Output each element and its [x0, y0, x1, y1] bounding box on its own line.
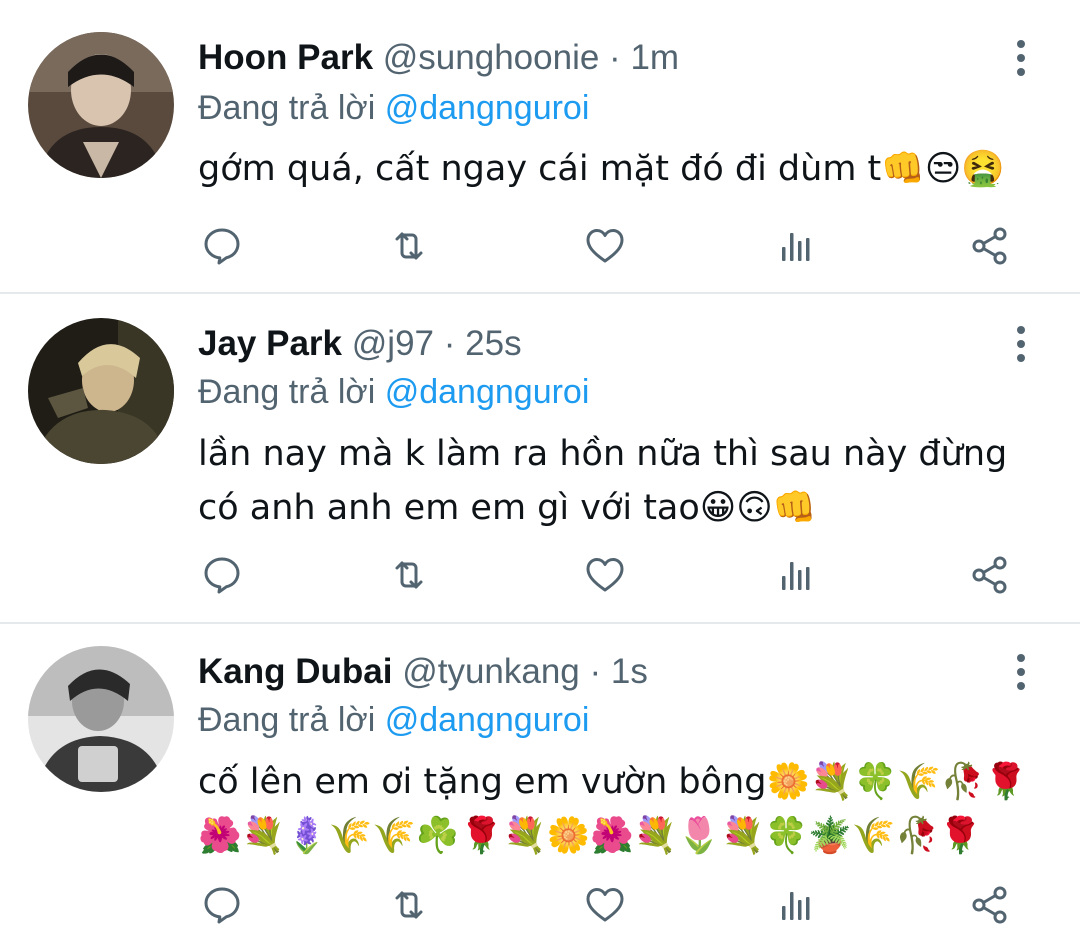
reply-context: Đang trả lời @dangnguroi [198, 368, 589, 416]
more-options-icon[interactable] [1004, 648, 1038, 696]
author-name[interactable]: Kang Dubai [198, 652, 392, 691]
separator-dot: · [609, 38, 621, 77]
retweet-icon [395, 891, 423, 919]
avatar[interactable] [28, 646, 174, 792]
tweet-text-line: cố lên em ơi tặng em vườn bông🌼💐🍀🌾🥀🌹 [198, 762, 1028, 802]
reply-button[interactable] [199, 882, 245, 928]
reply-context: Đang trả lời @dangnguroi [198, 84, 589, 132]
like-icon [586, 888, 624, 922]
reply-handle-link[interactable]: @dangnguroi [385, 89, 590, 127]
reply-button[interactable] [199, 552, 245, 598]
reply-handle-link[interactable]: @dangnguroi [385, 373, 590, 411]
views-button[interactable] [773, 552, 819, 598]
tweet-actions [0, 882, 1080, 932]
avatar[interactable] [28, 318, 174, 464]
like-button[interactable] [582, 882, 628, 928]
tweet-time[interactable]: 1s [611, 652, 648, 691]
author-name[interactable]: Jay Park [198, 324, 342, 363]
retweet-icon [395, 232, 423, 260]
share-button[interactable] [967, 223, 1013, 269]
tweet-actions [0, 223, 1080, 273]
tweet-text-line: gớm quá, cất ngay cái mặt đó đi dùm t👊😒🤮 [198, 149, 1005, 189]
views-button[interactable] [773, 882, 819, 928]
tweet-header: Kang Dubai @tyunkang · 1s [198, 648, 648, 696]
reply-icon [204, 887, 240, 924]
tweet-header: Hoon Park @sunghoonie · 1m [198, 34, 679, 82]
more-options-icon[interactable] [1004, 34, 1038, 82]
share-icon [972, 556, 1007, 594]
share-button[interactable] [967, 552, 1013, 598]
reply-context: Đang trả lời @dangnguroi [198, 696, 589, 744]
views-button[interactable] [773, 223, 819, 269]
separator-dot: · [589, 652, 602, 691]
reply-prefix: Đang trả lời [198, 701, 376, 739]
tweet-actions [0, 552, 1080, 602]
tweet-1[interactable]: Hoon Park @sunghoonie · 1m Đang trả lời … [0, 0, 1080, 292]
tweet-2[interactable]: Jay Park @j97 · 25s Đang trả lời @dangng… [0, 294, 1080, 622]
reply-handle-link[interactable]: @dangnguroi [385, 701, 590, 739]
like-icon [586, 558, 624, 592]
views-icon [782, 892, 810, 920]
tweet-text-line: lần nay mà k làm ra hồn nữa thì sau này … [198, 434, 1008, 474]
reply-icon [204, 228, 240, 265]
avatar-photo [28, 32, 174, 178]
author-name[interactable]: Hoon Park [198, 38, 373, 77]
like-button[interactable] [582, 552, 628, 598]
reply-button[interactable] [199, 223, 245, 269]
retweet-button[interactable] [386, 223, 432, 269]
author-handle[interactable]: @j97 [352, 324, 434, 363]
reply-prefix: Đang trả lời [198, 89, 376, 127]
more-options-icon[interactable] [1004, 320, 1038, 368]
reply-prefix: Đang trả lời [198, 373, 376, 411]
like-icon [586, 229, 624, 263]
tweet-time[interactable]: 25s [465, 324, 521, 363]
avatar-photo [28, 318, 174, 464]
separator-dot: · [443, 324, 456, 363]
retweet-button[interactable] [386, 882, 432, 928]
tweet-3[interactable]: Kang Dubai @tyunkang · 1s Đang trả lời @… [0, 624, 1080, 940]
share-button[interactable] [967, 882, 1013, 928]
share-icon [972, 886, 1007, 924]
author-handle[interactable]: @sunghoonie [383, 38, 600, 77]
author-handle[interactable]: @tyunkang [402, 652, 580, 691]
views-icon [782, 562, 810, 590]
share-icon [972, 227, 1007, 265]
reply-icon [204, 557, 240, 594]
like-button[interactable] [582, 223, 628, 269]
avatar[interactable] [28, 32, 174, 178]
views-icon [782, 233, 810, 261]
tweet-text: gớm quá, cất ngay cái mặt đó đi dùm t👊😒🤮 [198, 142, 1028, 196]
retweet-icon [395, 561, 423, 589]
tweet-text: lần nay mà k làm ra hồn nữa thì sau này … [198, 427, 1028, 535]
tweet-header: Jay Park @j97 · 25s [198, 320, 522, 368]
tweet-text-line: có anh anh em em gì với tao😀🙃👊 [198, 488, 817, 528]
tweet-text-line: 🌺💐🪻🌾🌾☘️🌹💐🌼🌺💐🌷💐🍀🪴🌾🥀🌹 [198, 816, 983, 856]
tweet-text: cố lên em ơi tặng em vườn bông🌼💐🍀🌾🥀🌹 🌺💐🪻… [198, 755, 1028, 863]
tweet-time[interactable]: 1m [630, 38, 679, 77]
retweet-button[interactable] [386, 552, 432, 598]
avatar-photo [28, 646, 174, 792]
